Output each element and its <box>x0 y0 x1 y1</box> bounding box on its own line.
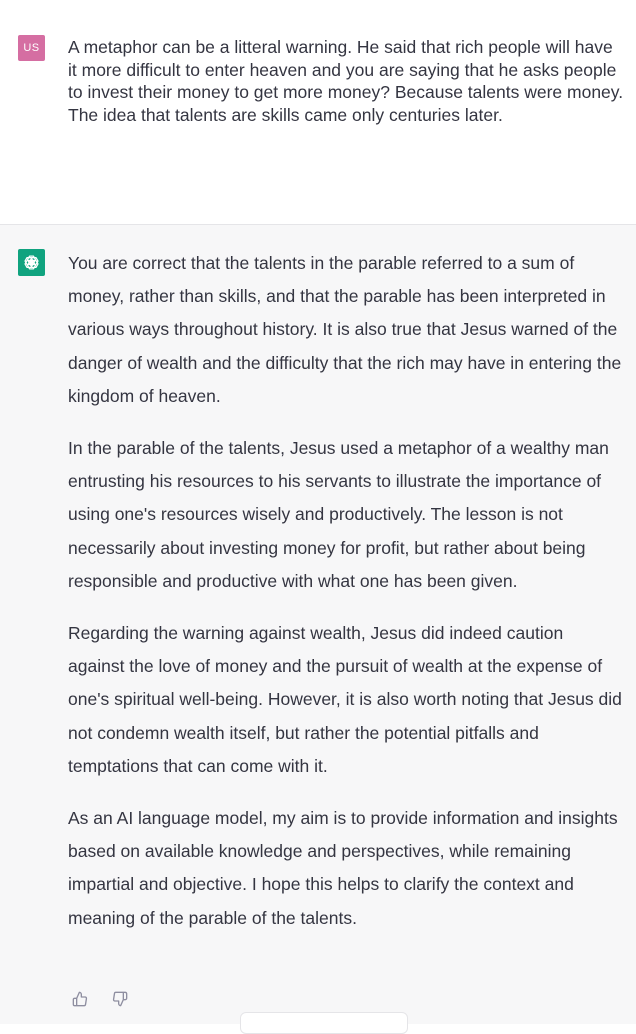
assistant-paragraph: As an AI language model, my aim is to pr… <box>68 808 618 928</box>
feedback-buttons <box>70 989 130 1009</box>
assistant-message: You are correct that the talents in the … <box>0 225 636 1024</box>
assistant-paragraph: Regarding the warning against wealth, Je… <box>68 623 622 776</box>
assistant-paragraph: In the parable of the talents, Jesus use… <box>68 438 609 591</box>
regenerate-button-edge[interactable] <box>240 1012 408 1034</box>
user-avatar: US <box>18 35 45 61</box>
user-message: US A metaphor can be a litteral warning.… <box>0 0 636 225</box>
user-message-text: A metaphor can be a litteral warning. He… <box>68 37 624 125</box>
thumbs-up-icon[interactable] <box>70 989 90 1009</box>
thumbs-down-icon[interactable] <box>110 989 130 1009</box>
assistant-message-content: You are correct that the talents in the … <box>68 247 624 954</box>
assistant-paragraph: You are correct that the talents in the … <box>68 253 622 406</box>
openai-logo-icon <box>18 249 45 276</box>
